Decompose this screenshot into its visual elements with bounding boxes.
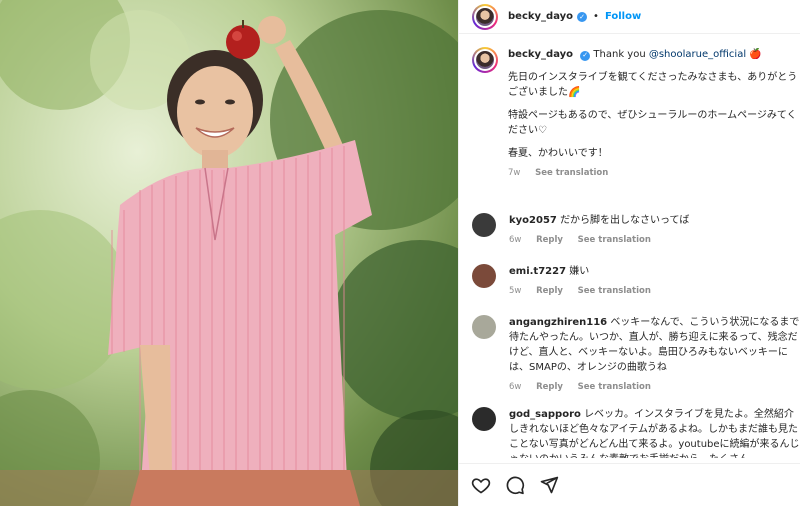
comment-username[interactable]: kyo2057 (509, 215, 557, 226)
comment-meta: 5w Reply See translation (509, 284, 800, 299)
reply-button[interactable]: Reply (536, 382, 563, 392)
post-photo (0, 0, 458, 506)
caption-username[interactable]: becky_dayo (508, 49, 573, 60)
apple-emoji: 🍎 (749, 49, 762, 60)
comment-item: god_sapporo レベッカ。インスタライブを見たよ。全然紹介しきれないほど… (472, 407, 800, 458)
comment-time: 6w (509, 382, 522, 392)
heart-icon[interactable] (471, 475, 491, 495)
comment-time: 6w (509, 235, 522, 245)
reply-button[interactable]: Reply (536, 235, 563, 245)
separator-dot: • (593, 11, 599, 22)
caption-meta: 7w See translation (508, 166, 798, 181)
comment-username[interactable]: god_sapporo (509, 409, 581, 420)
reply-button[interactable]: Reply (536, 286, 563, 296)
comment-meta: 6w Reply See translation (509, 380, 800, 395)
comment-meta: 6w Reply See translation (509, 233, 800, 248)
post-panel: becky_dayo ✓ • Follow becky_dayo ✓ Thank… (458, 0, 800, 506)
commenter-avatar[interactable] (472, 315, 496, 339)
caption-mention[interactable]: @shoolarue_official (649, 49, 746, 60)
caption-line: 特設ページもあるので、ぜひシューラルーのホームページみてください♡ (508, 110, 797, 136)
author-avatar[interactable] (472, 3, 498, 30)
caption-avatar[interactable] (472, 47, 498, 73)
action-bar (459, 463, 800, 506)
comment-item: emi.t7227 嫌い 5w Reply See translation (472, 264, 800, 299)
commenter-avatar[interactable] (472, 264, 496, 288)
author-username[interactable]: becky_dayo (508, 11, 573, 22)
caption-text: Thank you (593, 49, 649, 60)
see-translation-link[interactable]: See translation (578, 382, 651, 392)
see-translation-link[interactable]: See translation (578, 286, 651, 296)
comment-time: 5w (509, 286, 522, 296)
see-translation-link[interactable]: See translation (535, 168, 608, 178)
comments-list[interactable]: becky_dayo ✓ Thank you @shoolarue_offici… (459, 35, 800, 458)
follow-button[interactable]: Follow (605, 11, 641, 22)
commenter-avatar[interactable] (472, 407, 496, 431)
comment-item: kyo2057 だから脚を出しなさいってば 6w Reply See trans… (472, 213, 800, 248)
see-translation-link[interactable]: See translation (578, 235, 651, 245)
verified-badge-icon: ✓ (577, 11, 588, 22)
caption-line: 春夏、かわいいです！ (508, 148, 608, 159)
photo-illustration (0, 0, 458, 506)
commenter-avatar[interactable] (472, 213, 496, 237)
comment-text: だから脚を出しなさいってば (560, 215, 690, 226)
caption-line: 先日のインスタライブを観てくださったみなさまも、ありがとうございました🌈 (508, 72, 798, 98)
share-icon[interactable] (539, 475, 559, 495)
comment-icon[interactable] (505, 475, 525, 495)
comment-username[interactable]: emi.t7227 (509, 266, 566, 277)
comment-text: 嫌い (569, 266, 590, 277)
verified-badge-icon: ✓ (580, 50, 591, 61)
comment-item: angangzhiren116 ベッキーなんで、こういう状況になるまで待たんやっ… (472, 315, 800, 395)
comment-username[interactable]: angangzhiren116 (509, 317, 607, 328)
post-header: becky_dayo ✓ • Follow (459, 0, 800, 34)
caption-time: 7w (508, 168, 521, 178)
post-caption: becky_dayo ✓ Thank you @shoolarue_offici… (472, 47, 800, 181)
